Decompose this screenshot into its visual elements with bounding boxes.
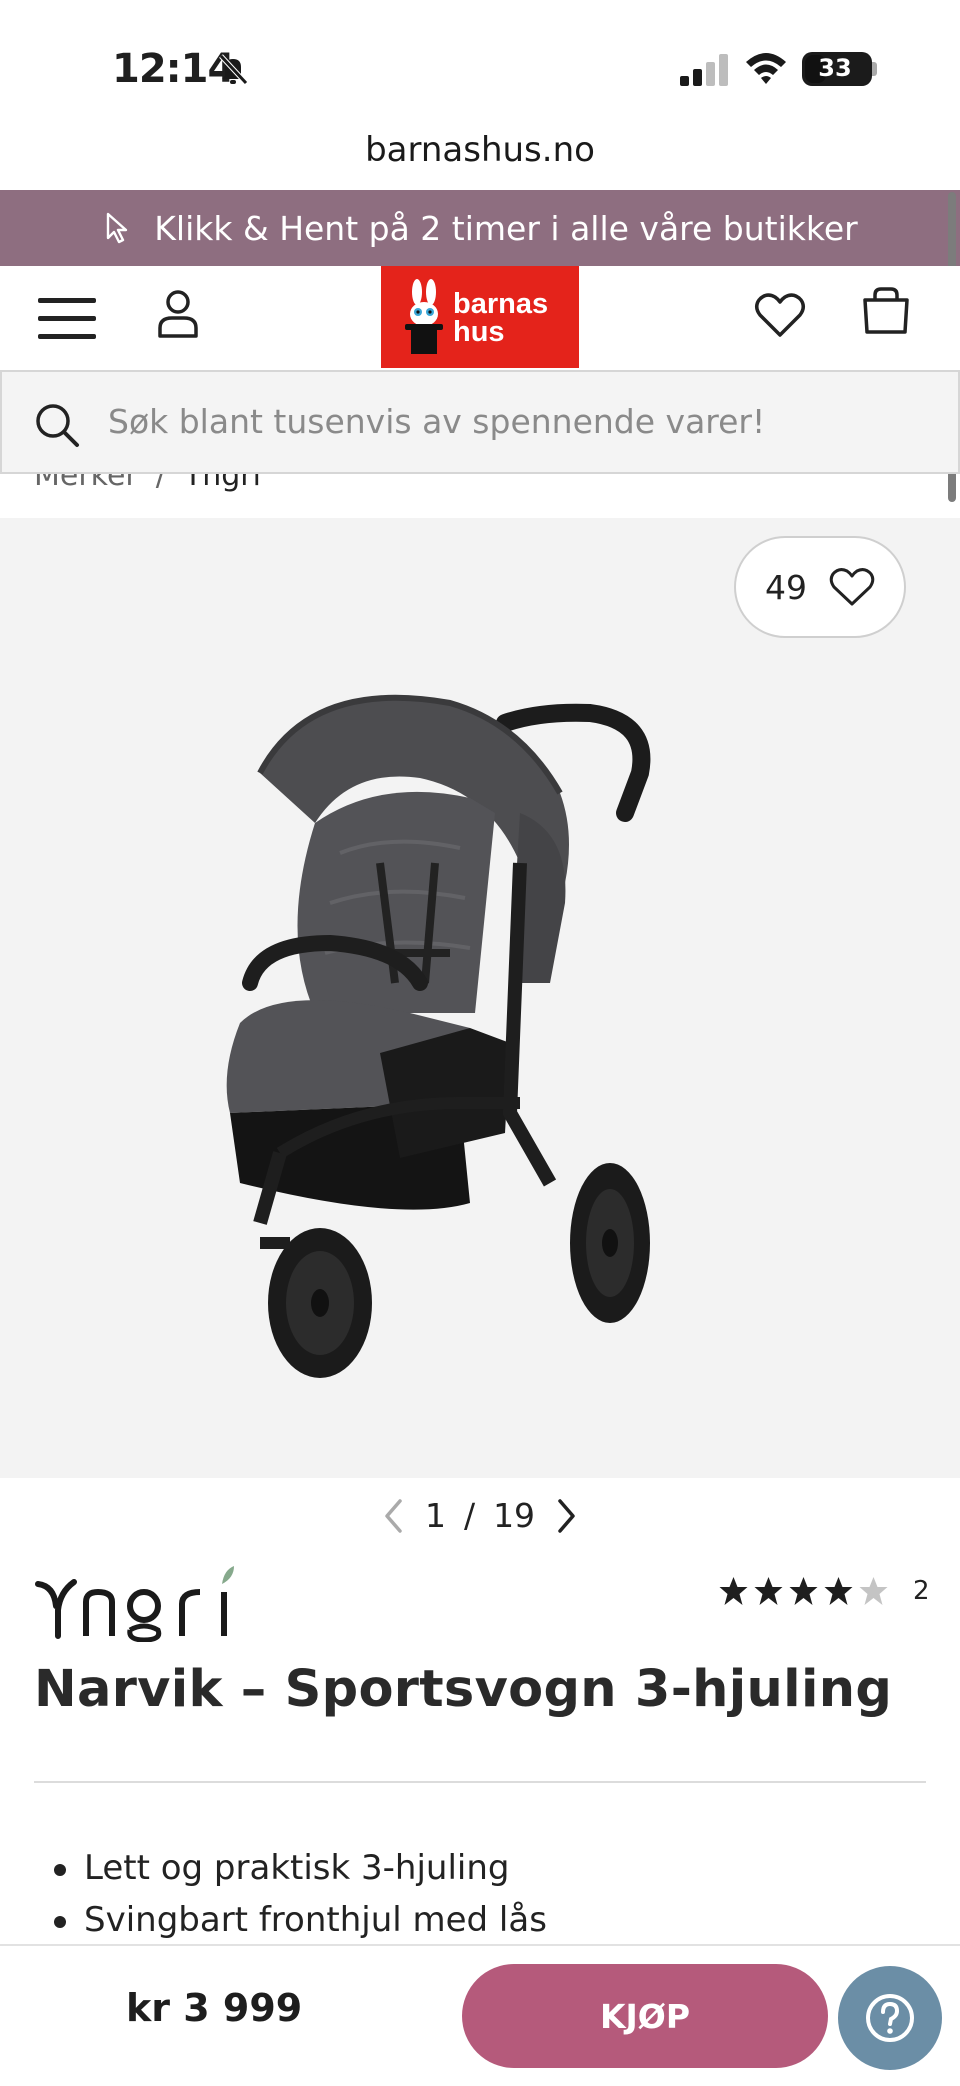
help-button[interactable] [838,1966,942,2070]
buy-button[interactable]: KJØP [462,1964,828,2068]
favorite-button[interactable]: 49 [734,536,906,638]
favorite-count: 49 [765,567,807,607]
product-price: kr 3 999 [126,1986,303,2030]
feature-item: Lett og praktisk 3-hjuling [54,1842,547,1894]
product-rating[interactable]: 2 [718,1576,930,1606]
pager-current: 1 [424,1496,446,1535]
star-filled-icon [719,1577,748,1605]
cellular-signal-icon [680,54,728,86]
bunny-hat-icon [405,279,443,354]
logo-text-line-1: barnas [453,288,549,320]
star-filled-icon [824,1577,853,1605]
chevron-right-icon[interactable] [553,1498,579,1534]
question-mark-icon [866,1994,914,2042]
battery-indicator: 33 [802,52,872,86]
feature-item: Svingbart fronthjul med lås [54,1894,547,1946]
purchase-bar: kr 3 999 KJØP [0,1944,960,2086]
account-icon[interactable] [156,288,200,340]
shopping-bag-icon[interactable] [862,286,910,336]
pager-separator: / [463,1496,476,1535]
breadcrumb: Merker / Yngri [34,458,261,493]
menu-button[interactable] [38,296,96,342]
logo-text-line-2: hus [453,316,505,348]
search-input[interactable] [106,396,926,450]
stroller-image [226,694,651,1378]
product-image-gallery[interactable]: 49 [0,518,960,1478]
promo-text: Klikk & Hent på 2 timer i alle våre buti… [154,208,858,248]
battery-percentage: 33 [818,54,852,82]
image-pager: 1 / 19 [0,1496,960,1535]
star-filled-icon [754,1577,783,1605]
star-filled-icon [789,1577,818,1605]
feature-list: Lett og praktisk 3-hjuling Svingbart fro… [54,1842,547,1946]
status-bar: 12:14 33 barnashus.no [0,0,960,170]
heart-icon [829,568,875,606]
logo-text: barnas hus [453,288,549,348]
bell-off-icon [219,54,248,85]
battery-cap [872,62,877,76]
chevron-left-icon[interactable] [381,1498,407,1534]
promo-banner[interactable]: Klikk & Hent på 2 timer i alle våre buti… [0,190,960,266]
breadcrumb-separator: / [155,458,166,493]
review-count: 2 [913,1576,930,1606]
cursor-click-icon [107,212,128,244]
site-logo[interactable]: barnas hus [381,266,579,368]
star-empty-icon [859,1577,888,1605]
search-icon [36,404,79,447]
pager-total: 19 [493,1496,536,1535]
product-title: Narvik – Sportsvogn 3-hjuling [34,1660,893,1719]
heart-icon[interactable] [754,290,806,340]
url-bar[interactable]: barnashus.no [0,130,960,170]
divider [34,1781,926,1783]
wifi-icon [746,53,786,84]
breadcrumb-item-current[interactable]: Yngri [184,458,261,493]
brand-logo[interactable] [34,1562,274,1642]
site-header: barnas hus [0,266,960,370]
breadcrumb-item-merker[interactable]: Merker [34,458,138,493]
